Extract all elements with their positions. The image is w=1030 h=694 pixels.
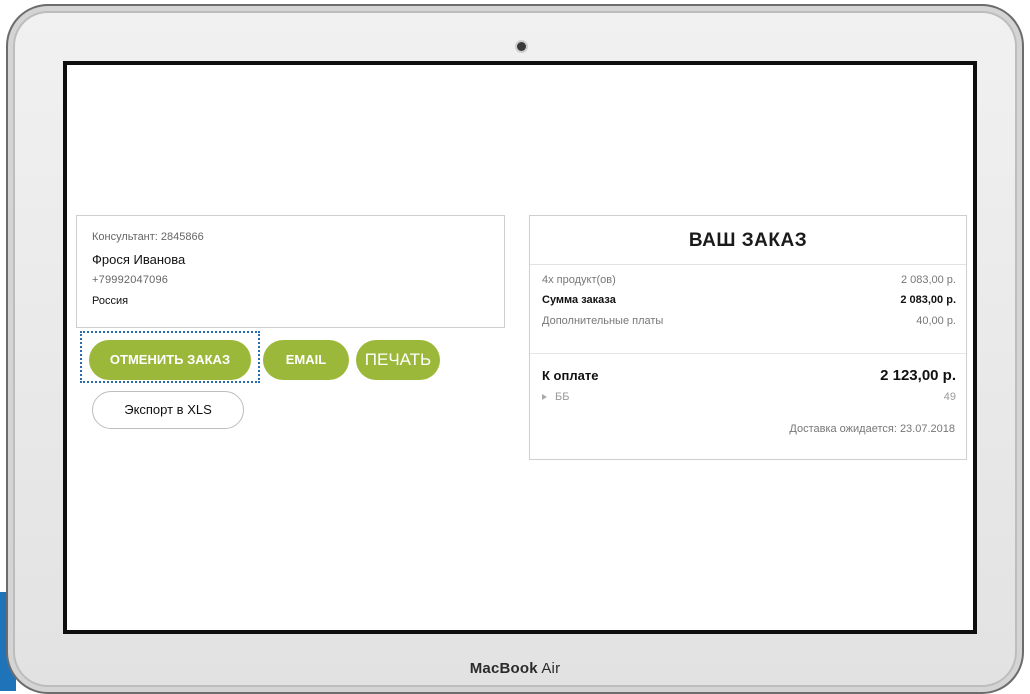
total-label: К оплате (542, 368, 599, 383)
email-button[interactable]: EMAIL (263, 340, 349, 380)
customer-phone: +79992047096 (92, 274, 169, 286)
customer-card: Консультант: 2845866 Фрося Иванова +7999… (76, 215, 505, 328)
bonus-points-toggle[interactable]: ББ (542, 391, 569, 403)
bonus-points-row[interactable]: ББ 49 (542, 391, 956, 403)
bonus-points-label: ББ (555, 391, 570, 403)
order-row-fees: Дополнительные платы 40,00 р. (542, 315, 956, 327)
bonus-points-value: 49 (943, 391, 956, 403)
device-brand: MacBook Air (8, 660, 1022, 677)
total-value: 2 123,00 р. (880, 367, 956, 384)
row-label: Дополнительные платы (542, 315, 664, 327)
row-label: Сумма заказа (542, 294, 616, 306)
order-summary: ВАШ ЗАКАЗ 4x продукт(ов) 2 083,00 р. Сум… (529, 215, 967, 460)
customer-name: Фрося Иванова (92, 252, 186, 267)
brand-light: Air (541, 660, 561, 677)
divider (530, 264, 966, 265)
row-value: 2 083,00 р. (900, 274, 956, 286)
cancel-order-button[interactable]: ОТМЕНИТЬ ЗАКАЗ (89, 340, 251, 380)
order-row-subtotal: Сумма заказа 2 083,00 р. (542, 294, 956, 306)
row-value: 40,00 р. (916, 315, 956, 327)
divider (530, 353, 966, 354)
row-value: 2 083,00 р. (900, 294, 956, 306)
export-xls-button[interactable]: Экспорт в XLS (92, 391, 244, 429)
order-row-products: 4x продукт(ов) 2 083,00 р. (542, 274, 956, 286)
brand-bold: MacBook (469, 660, 538, 677)
screen: Консультант: 2845866 Фрося Иванова +7999… (63, 61, 977, 634)
camera-dot (517, 42, 526, 51)
customer-country: Россия (92, 295, 129, 307)
row-label: 4x продукт(ов) (542, 274, 616, 286)
order-title: ВАШ ЗАКАЗ (688, 230, 808, 251)
print-button[interactable]: ПЕЧАТЬ (356, 340, 440, 380)
delivery-date: Доставка ожидается: 23.07.2018 (789, 423, 955, 435)
order-total: К оплате 2 123,00 р. (542, 367, 956, 384)
triangle-right-icon (542, 394, 547, 400)
consultant-id: Консультант: 2845866 (92, 231, 204, 243)
